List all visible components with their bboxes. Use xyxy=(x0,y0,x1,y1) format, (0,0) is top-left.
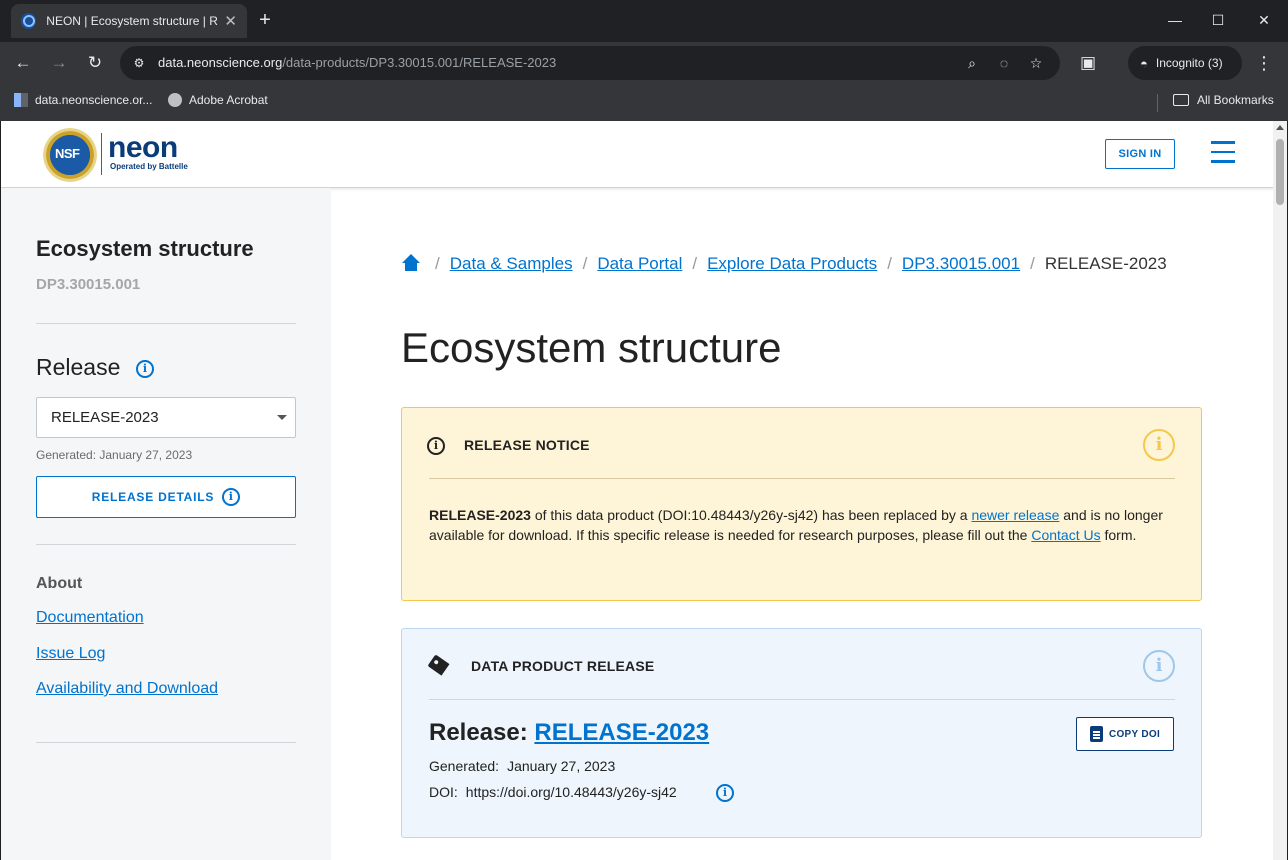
tag-icon xyxy=(427,654,450,676)
release-divider xyxy=(429,699,1175,700)
page-title: Ecosystem structure xyxy=(401,324,782,371)
release-generated: Generated: January 27, 2023 xyxy=(429,758,616,774)
release-title: Release: RELEASE-2023 xyxy=(429,719,710,746)
copy-doi-button[interactable]: COPY DOI xyxy=(1076,717,1174,751)
sidebar-link-documentation[interactable]: Documentation xyxy=(36,609,144,627)
release-doi: DOI: https://doi.org/10.48443/y26y-sj42 xyxy=(429,784,677,800)
bookmark-label: Adobe Acrobat xyxy=(189,93,268,107)
hamburger-menu-icon[interactable] xyxy=(1211,141,1235,165)
close-window-icon[interactable]: ✕ xyxy=(1249,8,1279,32)
breadcrumb-data-samples[interactable]: Data & Samples xyxy=(450,254,573,274)
back-icon[interactable]: ← xyxy=(11,51,35,75)
reload-icon[interactable]: ↻ xyxy=(83,51,107,75)
breadcrumb-product-code[interactable]: DP3.30015.001 xyxy=(902,254,1020,274)
incognito-badge[interactable]: ◓ Incognito (3) xyxy=(1128,46,1242,80)
forward-icon[interactable]: → xyxy=(47,51,71,75)
copy-doi-label: COPY DOI xyxy=(1108,728,1161,740)
home-icon[interactable] xyxy=(401,254,421,274)
browser-toolbar: ← → ↻ ⚙ data.neonscience.org/data-produc… xyxy=(0,42,1288,84)
eye-off-icon[interactable]: ◌ xyxy=(994,53,1014,73)
release-notice-text: RELEASE-2023 of this data product (DOI:1… xyxy=(429,507,1163,543)
web-page: NSF neon Operated by Battelle SIGN IN Ec… xyxy=(1,121,1273,860)
page-scrollbar[interactable] xyxy=(1273,121,1287,860)
release-notice-card: i RELEASE NOTICE i RELEASE-2023 of this … xyxy=(401,407,1202,601)
close-tab-icon[interactable]: ✕ xyxy=(224,12,237,30)
product-code: DP3.30015.001 xyxy=(36,276,141,293)
breadcrumb-data-portal[interactable]: Data Portal xyxy=(597,254,682,274)
breadcrumb: / Data & Samples / Data Portal / Explore… xyxy=(401,254,1167,274)
scroll-up-icon[interactable] xyxy=(1276,125,1284,130)
sidebar-divider xyxy=(36,544,296,545)
bookmarks-bar: data.neonscience.or... Adobe Acrobat All… xyxy=(0,84,1288,121)
breadcrumb-current: RELEASE-2023 xyxy=(1044,254,1167,273)
release-select[interactable]: RELEASE-2023 xyxy=(36,397,296,438)
release-notice-heading: RELEASE NOTICE xyxy=(464,437,590,453)
info-outline-icon: i xyxy=(427,437,445,455)
clipboard-icon xyxy=(1089,726,1103,742)
bookmark-label: data.neonscience.or... xyxy=(35,93,153,107)
data-product-release-heading: DATA PRODUCT RELEASE xyxy=(471,658,655,674)
main-content: / Data & Samples / Data Portal / Explore… xyxy=(331,188,1273,860)
sidebar-divider xyxy=(36,742,296,743)
release-link[interactable]: RELEASE-2023 xyxy=(534,719,709,746)
release-details-button[interactable]: RELEASE DETAILS i xyxy=(36,476,296,518)
folder-icon xyxy=(1173,94,1189,106)
sidebar-title: Ecosystem structure xyxy=(36,236,254,261)
release-generated-date: Generated: January 27, 2023 xyxy=(36,448,193,462)
neon-logo-subtitle: Operated by Battelle xyxy=(110,162,188,171)
scroll-thumb[interactable] xyxy=(1276,139,1284,205)
browser-menu-icon[interactable]: ⋮ xyxy=(1252,51,1276,75)
nsf-logo-text: NSF xyxy=(55,146,80,161)
minimize-icon[interactable]: — xyxy=(1160,8,1190,32)
new-tab-icon[interactable]: + xyxy=(256,8,274,32)
release-info-icon[interactable]: i xyxy=(136,360,154,378)
maximize-icon[interactable]: ☐ xyxy=(1203,8,1233,32)
sidebar: Ecosystem structure DP3.30015.001 Releas… xyxy=(1,188,331,860)
logo-divider xyxy=(101,133,102,175)
browser-tab[interactable]: NEON | Ecosystem structure | Re ✕ xyxy=(11,4,247,38)
breadcrumb-explore-data-products[interactable]: Explore Data Products xyxy=(707,254,877,274)
newer-release-link[interactable]: newer release xyxy=(971,507,1059,523)
about-heading: About xyxy=(36,575,83,592)
zoom-icon[interactable]: ⌕ xyxy=(962,53,982,73)
incognito-icon: ◓ xyxy=(1140,55,1148,71)
globe-icon xyxy=(168,93,182,107)
neon-favicon-icon xyxy=(21,13,37,29)
address-bar[interactable]: ⚙ data.neonscience.org/data-products/DP3… xyxy=(120,46,1060,80)
tab-search-icon[interactable]: ▣ xyxy=(1076,51,1100,75)
incognito-label: Incognito (3) xyxy=(1155,56,1223,70)
nsf-logo[interactable]: NSF xyxy=(43,128,97,182)
doi-info-icon[interactable]: i xyxy=(716,784,734,802)
contact-us-link[interactable]: Contact Us xyxy=(1031,527,1100,543)
warning-info-icon: i xyxy=(1143,429,1175,461)
data-product-release-card: DATA PRODUCT RELEASE i Release: RELEASE-… xyxy=(401,628,1202,838)
bookmarks-divider xyxy=(1157,94,1158,112)
release-heading: Release xyxy=(36,354,121,380)
sidebar-link-issue-log[interactable]: Issue Log xyxy=(36,645,105,663)
sign-in-button[interactable]: SIGN IN xyxy=(1105,139,1175,169)
all-bookmarks-label: All Bookmarks xyxy=(1197,93,1274,107)
site-settings-icon[interactable]: ⚙ xyxy=(130,54,148,72)
browser-chrome: NEON | Ecosystem structure | Re ✕ + — ☐ … xyxy=(0,0,1288,121)
notice-divider xyxy=(429,478,1175,479)
grid-icon xyxy=(14,93,28,107)
bookmark-adobe-acrobat[interactable]: Adobe Acrobat xyxy=(168,93,268,107)
star-icon[interactable]: ☆ xyxy=(1026,53,1046,73)
all-bookmarks-button[interactable]: All Bookmarks xyxy=(1173,93,1274,107)
bookmark-neon[interactable]: data.neonscience.or... xyxy=(14,93,152,107)
site-header: NSF neon Operated by Battelle SIGN IN xyxy=(1,121,1273,188)
tab-strip: NEON | Ecosystem structure | Re ✕ + — ☐ … xyxy=(0,0,1288,42)
info-icon: i xyxy=(222,488,241,506)
tab-title: NEON | Ecosystem structure | Re xyxy=(46,14,219,28)
release-select-value: RELEASE-2023 xyxy=(51,409,159,426)
neon-logo[interactable]: neon xyxy=(108,131,178,165)
release-details-label: RELEASE DETAILS xyxy=(91,490,215,504)
url-text[interactable]: data.neonscience.org/data-products/DP3.3… xyxy=(158,55,556,70)
chevron-down-icon xyxy=(277,415,287,420)
sidebar-divider xyxy=(36,323,296,324)
sidebar-link-availability[interactable]: Availability and Download xyxy=(36,680,218,698)
info-icon[interactable]: i xyxy=(1143,650,1175,682)
